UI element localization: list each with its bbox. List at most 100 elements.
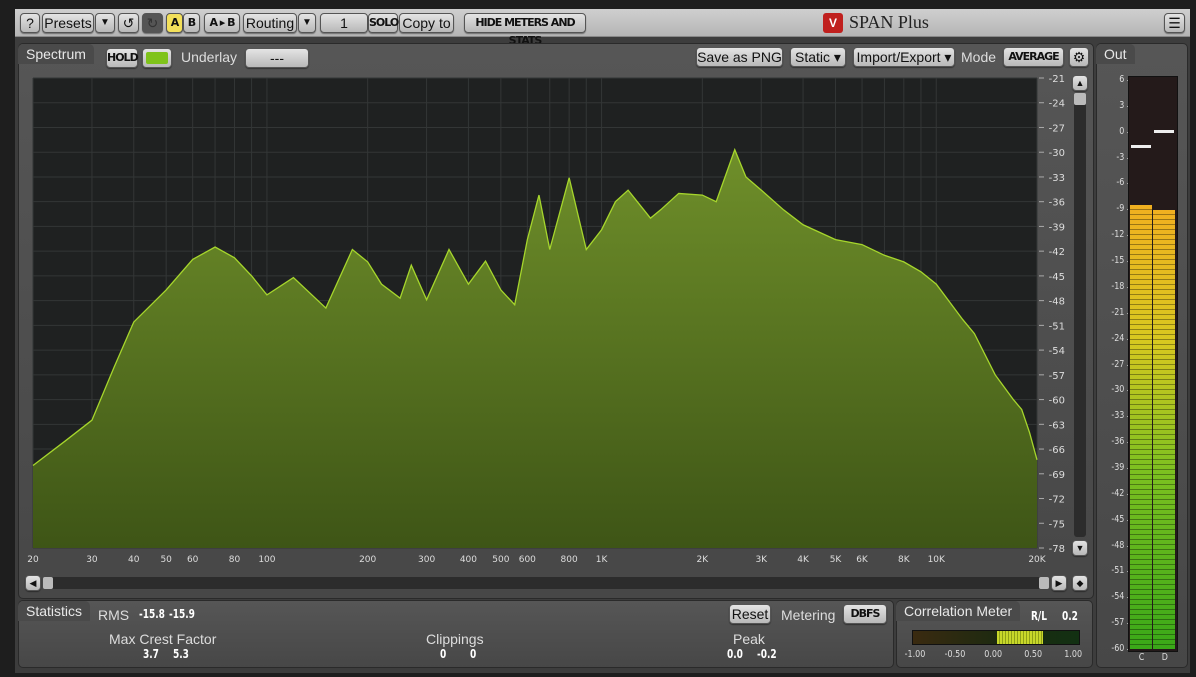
- x-tick-label: 200: [359, 555, 376, 565]
- meter-segments: [1130, 205, 1152, 649]
- spectrum-chart: -21 -24 -27 -30 -33 -36 -39 -42 -45 -48 -51 -54 -57 -…: [27, 74, 1065, 565]
- meter-scale-label: 0: [1119, 125, 1125, 137]
- y-tick-label: -39: [1049, 222, 1065, 233]
- meter-scale-label: -27: [1111, 358, 1125, 370]
- meter-scale-label: -12: [1111, 229, 1125, 241]
- x-tick-label: 10K: [928, 555, 946, 565]
- x-tick-label: 8K: [898, 555, 911, 565]
- meter-scale-label: -18: [1111, 280, 1125, 292]
- y-tick-label: -63: [1049, 420, 1065, 431]
- horizontal-scroll-thumb-left[interactable]: [43, 577, 53, 589]
- x-tick-label: 4K: [797, 555, 810, 565]
- peak-left-value: 0.0: [727, 647, 743, 661]
- meter-scale-label: -6: [1116, 177, 1125, 189]
- out-tab[interactable]: Out: [1096, 44, 1135, 64]
- x-tick-label: 2K: [697, 555, 710, 565]
- statistics-tab[interactable]: Statistics: [18, 601, 91, 621]
- y-tick-label: -51: [1049, 321, 1065, 332]
- meter-scale-label: 3: [1119, 99, 1125, 111]
- rms-left-value: -15.8: [139, 607, 165, 621]
- x-tick-label: 1K: [596, 555, 609, 565]
- y-tick-label: -69: [1049, 470, 1065, 481]
- y-tick-label: -48: [1049, 297, 1065, 308]
- y-tick-label: -78: [1049, 544, 1065, 555]
- meter-scale-label: -21: [1111, 306, 1125, 318]
- meter-scale-label: -30: [1111, 384, 1125, 396]
- crest-right-value: 5.3: [173, 647, 189, 661]
- x-tick-label: 300: [418, 555, 435, 565]
- clippings-right-value: 0: [470, 647, 477, 661]
- y-tick-label: -54: [1049, 346, 1065, 357]
- meter-channel-label: C: [1138, 652, 1145, 663]
- zoom-reset-button[interactable]: ◆: [1072, 575, 1088, 591]
- meter-scale-label: 6: [1119, 74, 1125, 85]
- correlation-tick-label: 1.00: [1064, 649, 1083, 660]
- y-tick-label: -27: [1049, 123, 1065, 134]
- y-tick-label: -24: [1049, 99, 1065, 110]
- rms-right-value: -15.9: [169, 607, 195, 621]
- x-tick-label: 400: [460, 555, 477, 565]
- meter-segments: [1153, 210, 1175, 649]
- horizontal-scroll-thumb-right[interactable]: [1039, 577, 1049, 589]
- meter-channel-label: D: [1161, 652, 1168, 663]
- correlation-tick-label: 0.50: [1024, 649, 1043, 660]
- correlation-bar: [912, 630, 1080, 645]
- horizontal-scrollbar[interactable]: [43, 577, 1049, 589]
- y-tick-label: -57: [1049, 371, 1065, 382]
- y-tick-label: -75: [1049, 519, 1065, 530]
- meter-scale-label: -39: [1111, 461, 1125, 473]
- x-tick-label: 3K: [755, 555, 768, 565]
- meter-scale-label: -36: [1111, 436, 1125, 448]
- y-tick-label: -72: [1049, 495, 1065, 506]
- meter-scale-label: -54: [1111, 591, 1125, 603]
- clippings-label: Clippings: [426, 631, 484, 647]
- meter-scale-label: -9: [1116, 203, 1125, 215]
- correlation-tick-label: -1.00: [904, 649, 926, 660]
- meter-scale-label: -42: [1111, 487, 1125, 499]
- x-tick-label: 80: [229, 555, 241, 565]
- meter-scale-label: -48: [1111, 539, 1125, 551]
- y-tick-label: -66: [1049, 445, 1065, 456]
- scroll-up-button[interactable]: ▲: [1072, 75, 1088, 91]
- y-tick-label: -33: [1049, 173, 1065, 184]
- y-tick-label: -45: [1049, 272, 1065, 283]
- correlation-tab[interactable]: Correlation Meter: [896, 601, 1021, 621]
- meter-scale-label: -57: [1111, 617, 1125, 629]
- peak-hold-right: [1154, 130, 1174, 133]
- clippings-left-value: 0: [440, 647, 447, 661]
- scroll-right-button[interactable]: ▶: [1051, 575, 1067, 591]
- metering-label: Metering: [781, 607, 836, 623]
- scroll-left-button[interactable]: ◀: [25, 575, 41, 591]
- x-tick-label: 6K: [856, 555, 869, 565]
- peak-hold-left: [1131, 144, 1151, 148]
- correlation-tick-label: 0.00: [984, 649, 1003, 660]
- vertical-scroll-thumb[interactable]: [1074, 93, 1086, 105]
- x-tick-label: 30: [86, 555, 98, 565]
- x-tick-label: 40: [128, 555, 140, 565]
- metering-select[interactable]: DBFS: [843, 604, 887, 624]
- peak-label: Peak: [733, 631, 765, 647]
- vertical-scrollbar[interactable]: [1074, 93, 1086, 537]
- meter-scale-label: -15: [1111, 255, 1125, 267]
- x-tick-label: 20K: [1028, 555, 1046, 565]
- x-tick-label: 600: [519, 555, 536, 565]
- x-tick-label: 50: [160, 555, 172, 565]
- peak-right-value: -0.2: [757, 647, 777, 661]
- y-tick-label: -36: [1049, 198, 1065, 209]
- x-tick-label: 60: [187, 555, 199, 565]
- meter-scale-label: -24: [1111, 332, 1125, 344]
- crest-factor-label: Max Crest Factor: [109, 631, 217, 647]
- correlation-indicator: [997, 631, 1043, 644]
- meter-scale-label: -51: [1111, 565, 1125, 577]
- reset-button[interactable]: Reset: [729, 604, 771, 624]
- crest-left-value: 3.7: [143, 647, 159, 661]
- scroll-down-button[interactable]: ▼: [1072, 540, 1088, 556]
- correlation-tick-label: -0.50: [944, 649, 966, 660]
- x-tick-label: 5K: [830, 555, 843, 565]
- meter-scale-label: -45: [1111, 513, 1125, 525]
- plugin-window: ? Presets ▼ ↺ ↻ A B A ▸ B Routing ▼ 1 SO…: [15, 9, 1190, 673]
- meter-scale-label: -60: [1111, 643, 1125, 654]
- meter-scale-label: -3: [1116, 151, 1125, 163]
- x-tick-label: 500: [492, 555, 509, 565]
- menu-icon[interactable]: ☰: [1164, 13, 1185, 33]
